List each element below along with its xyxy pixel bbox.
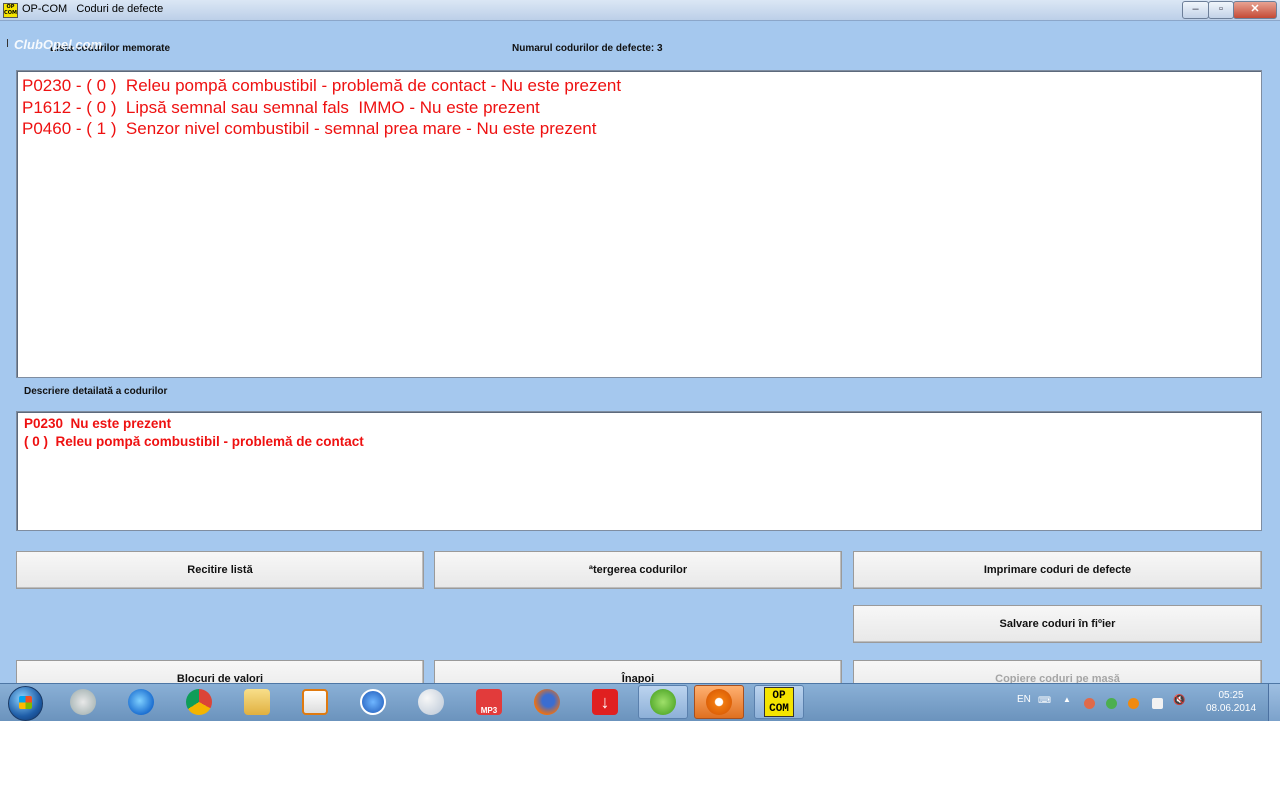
- fault-code-list[interactable]: P0230 - ( 0 ) Releu pompă combustibil - …: [16, 70, 1262, 378]
- language-indicator[interactable]: EN: [1017, 694, 1031, 705]
- taskbar-media-center[interactable]: [58, 685, 108, 719]
- origin-icon: [706, 689, 732, 715]
- keyboard-icon[interactable]: ⌨: [1038, 695, 1051, 706]
- reread-list-button[interactable]: Recitire listă: [16, 551, 424, 589]
- battery-icon[interactable]: [1152, 698, 1163, 709]
- taskbar-paint[interactable]: [406, 685, 456, 719]
- window-title-text: Coduri de defecte: [76, 3, 164, 15]
- copy-codes-button: Copiere coduri pe masă: [853, 660, 1262, 683]
- speaker-icon: [70, 689, 96, 715]
- fault-count-label: Numarul codurilor de defecte: 3: [512, 43, 663, 54]
- taskbar-firefox[interactable]: [522, 685, 572, 719]
- volume-muted-icon[interactable]: 🔇: [1173, 695, 1185, 706]
- taskbar-internet-explorer[interactable]: [116, 685, 166, 719]
- clock-time: 05:25: [1218, 690, 1244, 701]
- back-button[interactable]: Înapoi: [434, 660, 842, 683]
- close-button[interactable]: ✕: [1233, 1, 1277, 19]
- utorrent-icon: [650, 689, 676, 715]
- taskbar-chrome[interactable]: [174, 685, 224, 719]
- title-bar: OP COM OP-COM Coduri de defecte – ▫ ✕: [0, 0, 1280, 21]
- start-button[interactable]: [8, 686, 43, 721]
- save-to-file-button[interactable]: Salvare coduri în fiºier: [853, 605, 1262, 643]
- taskbar-downloader[interactable]: ↓: [580, 685, 630, 719]
- windows-logo-icon: [19, 696, 32, 709]
- fault-code-lines: P0230 - ( 0 ) Releu pompă combustibil - …: [17, 71, 1261, 140]
- opcom-app-icon[interactable]: OP COM: [3, 3, 18, 18]
- paint-palette-icon: [418, 689, 444, 715]
- media-player-icon: [302, 689, 328, 715]
- taskbar-explorer[interactable]: [232, 685, 282, 719]
- watermark-logo: ClubOpel.com: [14, 37, 103, 52]
- tray-origin-icon[interactable]: [1128, 698, 1139, 709]
- lightning-icon: [360, 689, 386, 715]
- print-codes-button[interactable]: Imprimare coduri de defecte: [853, 551, 1262, 589]
- taskbar-mp3-app[interactable]: MP3: [464, 685, 514, 719]
- detail-description-box[interactable]: P0230 Nu este prezent ( 0 ) Releu pompă …: [16, 411, 1262, 531]
- chrome-icon: [186, 689, 212, 715]
- taskbar-utorrent[interactable]: [638, 685, 688, 719]
- taskbar-origin[interactable]: [694, 685, 744, 719]
- value-blocks-button[interactable]: Blocuri de valori: [16, 660, 424, 683]
- fault-code-item[interactable]: P0230 - ( 0 ) Releu pompă combustibil - …: [22, 75, 1261, 97]
- clock-date: 08.06.2014: [1205, 703, 1257, 714]
- download-arrow-icon: ↓: [592, 689, 618, 715]
- fault-code-item[interactable]: P1612 - ( 0 ) Lipsă semnal sau semnal fa…: [22, 97, 1261, 119]
- tick-mark: [7, 39, 8, 47]
- taskbar: MP3 ↓ OP COM EN ⌨ ▲ 🔇 05:25 08.06.2014: [0, 683, 1280, 721]
- show-hidden-icons-icon[interactable]: ▲: [1063, 695, 1071, 704]
- detail-description-label: Descriere detailată a codurilor: [24, 386, 168, 397]
- app-icon-text-bottom: COM: [4, 10, 17, 16]
- firefox-icon: [534, 689, 560, 715]
- internet-explorer-icon: [128, 689, 154, 715]
- erase-codes-button[interactable]: ªtergerea codurilor: [434, 551, 842, 589]
- show-desktop-button[interactable]: [1268, 684, 1280, 721]
- detail-line: P0230 Nu este prezent: [24, 416, 172, 431]
- taskbar-daemon-tools[interactable]: [348, 685, 398, 719]
- mp3-icon: MP3: [476, 689, 502, 715]
- folder-icon: [244, 689, 270, 715]
- maximize-button[interactable]: ▫: [1208, 1, 1234, 19]
- detail-line: ( 0 ) Releu pompă combustibil - problemă…: [24, 434, 364, 449]
- window-title: OP-COM Coduri de defecte: [22, 3, 163, 15]
- mp3-icon-label: MP3: [480, 706, 498, 715]
- opcom-icon-line1: OP: [772, 690, 786, 702]
- minimize-button[interactable]: –: [1182, 1, 1209, 19]
- client-area: Lista codurilor memorate ClubOpel.com Nu…: [0, 21, 1280, 683]
- tray-app-icon[interactable]: [1084, 698, 1095, 709]
- taskbar-opcom[interactable]: OP COM: [754, 685, 804, 719]
- opcom-icon: OP COM: [764, 687, 794, 717]
- opcom-icon-line2: COM: [769, 703, 789, 715]
- clock[interactable]: 05:25 08.06.2014: [1196, 689, 1266, 715]
- fault-code-item[interactable]: P0460 - ( 1 ) Senzor nivel combustibil -…: [22, 118, 1261, 140]
- tray-utorrent-icon[interactable]: [1106, 698, 1117, 709]
- detail-lines: P0230 Nu este prezent ( 0 ) Releu pompă …: [17, 412, 1261, 451]
- taskbar-media-player[interactable]: [290, 685, 340, 719]
- app-name: OP-COM: [22, 3, 68, 15]
